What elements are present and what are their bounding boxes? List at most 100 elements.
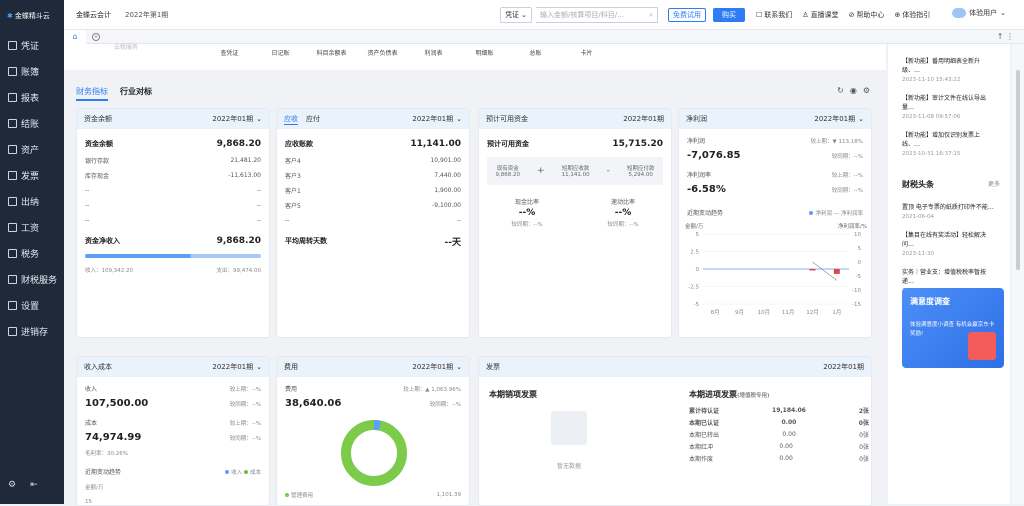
news-item[interactable]: 【新功能】番用明细表全新升级、…	[902, 56, 996, 74]
headline-item[interactable]: 实务｜营业支：增值税税率暂按递…	[902, 267, 996, 285]
y-tick-right: 10	[854, 232, 861, 238]
y-tick-right: -5	[856, 274, 862, 280]
home-tab[interactable]: ⌂	[64, 29, 86, 44]
collapse-icon[interactable]: ⇤	[30, 480, 38, 490]
sidebar-item-ledger[interactable]: 账簿	[0, 58, 64, 84]
invoice-card: 发票 2022年01期 本期销项发票 暂无数据 本期进项发票(增值税专用) 累计待…	[478, 356, 872, 506]
sidebar-item-settings[interactable]: 设置	[0, 292, 64, 318]
sidebar-item-report[interactable]: 报表	[0, 84, 64, 110]
x-tick: 10月	[758, 309, 771, 316]
free-trial-button[interactable]: 免费试用	[668, 8, 706, 22]
x-tick: 1月	[832, 309, 841, 316]
shortcut-item[interactable]: 明细账	[459, 48, 510, 57]
shortcut-item[interactable]: 查凭证	[204, 48, 255, 57]
sidebar-item-assets[interactable]: 资产	[0, 136, 64, 162]
right-panel: 【新功能】番用明细表全新升级、… 2023-11-10 15:43:22 【新功…	[888, 44, 1010, 504]
more-link[interactable]: 更多	[988, 179, 1000, 190]
chevron-down-icon: ⌄	[256, 363, 262, 371]
chevron-down-icon: ⌄	[1000, 9, 1006, 17]
chevron-down-icon: ⌄	[456, 363, 462, 371]
tab-industry-benchmark[interactable]: 行业对标	[120, 86, 152, 101]
y-tick-left: 0	[696, 267, 700, 273]
topbar: 金蝶云会计 2022年第1期 凭证 ⌄ 输入金额/核算项目/科目/… ⌕ 免费试用 …	[64, 0, 1024, 30]
tab-bar: ⌂ + ↑ ⋮	[64, 29, 1024, 44]
guide-link[interactable]: ⊕ 体验指引	[894, 10, 930, 20]
eye-icon[interactable]: ◉	[850, 86, 857, 95]
help-icon: ⊘	[848, 11, 855, 19]
closing-icon	[8, 118, 17, 128]
avatar	[952, 8, 967, 18]
y-axis-left-label: 金额/万	[685, 222, 704, 230]
tab-payable[interactable]: 应付	[306, 114, 320, 125]
y-tick-right: 5	[858, 246, 862, 252]
sidebar-item-inventory[interactable]: 进销存	[0, 318, 64, 344]
user-menu[interactable]: 体验用户 ⌄	[952, 8, 1006, 18]
shortcut-item[interactable]: 卡片	[561, 48, 612, 57]
gear-icon[interactable]: ⚙	[8, 480, 16, 490]
shortcut-item[interactable]: 资产负债表	[357, 48, 408, 57]
settings-icon	[8, 300, 17, 310]
scrollbar[interactable]	[1012, 44, 1024, 504]
tab-financial-indicators[interactable]: 财务指标	[76, 86, 108, 101]
receivables-card: 应收 应付 2022年01期 ⌄ 应收账款 11,141.00 客户4 10,901.00…	[276, 108, 470, 338]
y-tick-left: 2.5	[690, 250, 699, 256]
survey-banner[interactable]: 满意度调查 体验满意度小调查 有机会赢京东卡奖励!	[902, 288, 1004, 368]
invoice-icon	[8, 170, 17, 180]
sidebar-item-tax[interactable]: 税务	[0, 240, 64, 266]
settings-icon[interactable]: ⚙	[863, 86, 870, 95]
payroll-icon	[8, 222, 17, 232]
report-icon	[8, 92, 17, 102]
funds-formula: 现有资金 9,868.20 + 短期应收款 11,141.00 - 短期应付款 5,2…	[487, 157, 663, 185]
period-select[interactable]: 2022年01期 ⌄	[212, 114, 262, 124]
bar-profit	[809, 269, 816, 271]
sidebar: ✱ 金蝶精斗云 凭证 账簿 报表 结账 资产 发票 出纳 工资 税务 财税服务 设…	[0, 0, 64, 504]
shortcut-bar: 云税服务 查凭证 日记账 科目余额表 资产负债表 利润表 明细账 总账 卡片	[64, 44, 886, 70]
home-icon: ⌂	[72, 32, 78, 41]
search-icon[interactable]: ⌕	[649, 11, 653, 20]
live-class-link[interactable]: ♙ 直播课堂	[802, 10, 838, 20]
shortcut-item[interactable]: 利润表	[408, 48, 459, 57]
shortcut-item[interactable]: 科目余额表	[306, 48, 357, 57]
help-link[interactable]: ⊘ 帮助中心	[849, 10, 885, 20]
tab-receivable[interactable]: 应收	[284, 114, 298, 125]
y-tick-right: 0	[858, 260, 862, 266]
buy-button[interactable]: 购买	[713, 8, 745, 22]
inventory-icon	[8, 326, 17, 336]
period-select[interactable]: 2022年01期 ⌄	[412, 362, 462, 372]
voucher-select[interactable]: 凭证 ⌄	[500, 7, 532, 23]
headline-item[interactable]: 置顶 电子专票的纸质打印件不能…	[902, 202, 996, 211]
x-tick: 9月	[735, 309, 744, 316]
assets-icon	[8, 144, 17, 154]
sidebar-item-payroll[interactable]: 工资	[0, 214, 64, 240]
shortcut-item[interactable]: 日记账	[255, 48, 306, 57]
expense-donut-chart	[341, 420, 407, 486]
gift-icon	[968, 332, 996, 360]
scroll-top-icon[interactable]: ↑ ⋮	[997, 32, 1014, 41]
ledger-icon	[8, 66, 17, 76]
bar-profit	[833, 269, 840, 274]
x-tick: 11月	[782, 309, 795, 316]
sidebar-item-invoice[interactable]: 发票	[0, 162, 64, 188]
shortcut-item[interactable]: 总账	[510, 48, 561, 57]
sidebar-item-cashier[interactable]: 出纳	[0, 188, 64, 214]
period-select[interactable]: 2022年01期 ⌄	[212, 362, 262, 372]
headline-item[interactable]: 【集目在线有奖活动】轻松解决问…	[902, 230, 996, 248]
sidebar-item-voucher[interactable]: 凭证	[0, 32, 64, 58]
sidebar-item-tax-service[interactable]: 财税服务	[0, 266, 64, 292]
news-item[interactable]: 【新功能】增加仅识别发票上线、…	[902, 130, 996, 148]
y-tick-right: -10	[852, 288, 861, 294]
profit-trend-chart: 金额/万 净利润率/% 5 2.5 0 -2.5 -5 10 5 0 -5 -10 -15 8月 9月 10月…	[685, 222, 867, 316]
chevron-down-icon: ⌄	[256, 115, 262, 123]
y-axis-right-label: 净利润率/%	[838, 222, 867, 230]
refresh-icon[interactable]: ↻	[837, 86, 844, 95]
chevron-down-icon: ⌄	[858, 115, 864, 123]
sidebar-item-closing[interactable]: 结账	[0, 110, 64, 136]
period-select[interactable]: 2022年01期 ⌄	[814, 114, 864, 124]
period-select[interactable]: 2022年01期 ⌄	[412, 114, 462, 124]
news-item[interactable]: 【新功能】审计文件在线认导出量…	[902, 93, 996, 111]
search-input[interactable]: 输入金额/核算项目/科目/… ⌕	[536, 7, 658, 23]
add-tab-icon[interactable]: +	[92, 32, 100, 41]
live-icon: ♙	[802, 11, 809, 19]
contact-link[interactable]: ☐ 联系我们	[756, 10, 792, 20]
period-label: 2022年第1期	[125, 10, 169, 19]
